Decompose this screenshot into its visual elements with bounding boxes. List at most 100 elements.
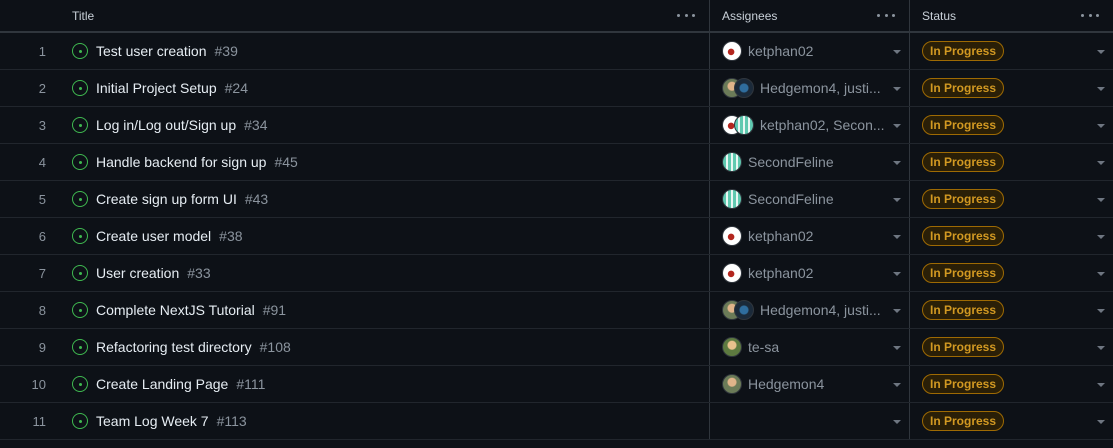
title-column-menu-icon[interactable] xyxy=(677,8,695,22)
assignee-avatar[interactable] xyxy=(722,337,742,357)
table-row[interactable]: 9 Refactoring test directory #108 te-sa … xyxy=(0,329,1113,366)
assignees-cell[interactable]: ketphan02 xyxy=(710,33,910,69)
table-row[interactable]: 5 Create sign up form UI #43 SecondFelin… xyxy=(0,181,1113,218)
title-cell[interactable]: Refactoring test directory #108 xyxy=(60,329,710,365)
assignees-cell[interactable]: Hedgemon4 xyxy=(710,366,910,402)
assignees-dropdown-icon[interactable] xyxy=(893,124,901,128)
status-cell[interactable]: In Progress xyxy=(910,107,1113,143)
assignee-avatar[interactable] xyxy=(722,189,742,209)
issue-title-link[interactable]: Initial Project Setup xyxy=(96,80,217,96)
status-cell[interactable]: In Progress xyxy=(910,292,1113,328)
status-cell[interactable]: In Progress xyxy=(910,366,1113,402)
assignees-cell[interactable]: ketphan02, Secon... xyxy=(710,107,910,143)
assignees-cell[interactable]: ketphan02 xyxy=(710,255,910,291)
status-cell[interactable]: In Progress xyxy=(910,403,1113,439)
assignees-dropdown-icon[interactable] xyxy=(893,50,901,54)
table-row[interactable]: 10 Create Landing Page #111 Hedgemon4 In… xyxy=(0,366,1113,403)
title-cell[interactable]: Create Landing Page #111 xyxy=(60,366,710,402)
title-cell[interactable]: Initial Project Setup #24 xyxy=(60,70,710,106)
status-dropdown-icon[interactable] xyxy=(1097,346,1105,350)
assignees-dropdown-icon[interactable] xyxy=(893,309,901,313)
status-cell[interactable]: In Progress xyxy=(910,218,1113,254)
status-dropdown-icon[interactable] xyxy=(1097,198,1105,202)
title-cell[interactable]: Log in/Log out/Sign up #34 xyxy=(60,107,710,143)
status-cell[interactable]: In Progress xyxy=(910,329,1113,365)
assignees-dropdown-icon[interactable] xyxy=(893,272,901,276)
status-dropdown-icon[interactable] xyxy=(1097,87,1105,91)
assignee-avatar[interactable] xyxy=(722,226,742,246)
table-row[interactable]: 7 User creation #33 ketphan02 In Progres… xyxy=(0,255,1113,292)
issue-title-link[interactable]: Test user creation xyxy=(96,43,207,59)
table-row[interactable]: 6 Create user model #38 ketphan02 In Pro… xyxy=(0,218,1113,255)
issue-title-link[interactable]: Complete NextJS Tutorial xyxy=(96,302,255,318)
assignees-cell[interactable]: SecondFeline xyxy=(710,144,910,180)
table-row[interactable]: 3 Log in/Log out/Sign up #34 ketphan02, … xyxy=(0,107,1113,144)
table-row[interactable]: 11 Team Log Week 7 #113 In Progress xyxy=(0,403,1113,440)
title-cell[interactable]: Create user model #38 xyxy=(60,218,710,254)
title-cell[interactable]: Team Log Week 7 #113 xyxy=(60,403,710,439)
status-dropdown-icon[interactable] xyxy=(1097,161,1105,165)
assignees-cell[interactable]: Hedgemon4, justi... xyxy=(710,292,910,328)
title-cell[interactable]: Complete NextJS Tutorial #91 xyxy=(60,292,710,328)
status-dropdown-icon[interactable] xyxy=(1097,124,1105,128)
issue-title-link[interactable]: User creation xyxy=(96,265,179,281)
open-issue-icon xyxy=(72,80,88,96)
status-column-header[interactable]: Status xyxy=(910,0,1113,31)
issue-title-link[interactable]: Refactoring test directory xyxy=(96,339,252,355)
assignee-avatar[interactable] xyxy=(734,300,754,320)
issue-title-link[interactable]: Team Log Week 7 xyxy=(96,413,209,429)
assignees-dropdown-icon[interactable] xyxy=(893,235,901,239)
assignees-column-menu-icon[interactable] xyxy=(877,8,895,22)
assignees-dropdown-icon[interactable] xyxy=(893,383,901,387)
status-column-menu-icon[interactable] xyxy=(1081,8,1099,22)
issue-title-link[interactable]: Create user model xyxy=(96,228,211,244)
assignees-cell[interactable]: Hedgemon4, justi... xyxy=(710,70,910,106)
assignees-cell[interactable]: SecondFeline xyxy=(710,181,910,217)
assignees-column-header[interactable]: Assignees xyxy=(710,0,910,31)
status-badge: In Progress xyxy=(922,189,1005,209)
status-dropdown-icon[interactable] xyxy=(1097,383,1105,387)
assignees-cell[interactable]: te-sa xyxy=(710,329,910,365)
assignee-avatar[interactable] xyxy=(722,263,742,283)
status-dropdown-icon[interactable] xyxy=(1097,50,1105,54)
issue-title-link[interactable]: Log in/Log out/Sign up xyxy=(96,117,236,133)
open-issue-icon xyxy=(72,43,88,59)
title-cell[interactable]: Test user creation #39 xyxy=(60,33,710,69)
assignee-avatar[interactable] xyxy=(734,115,754,135)
status-cell[interactable]: In Progress xyxy=(910,70,1113,106)
issue-title-link[interactable]: Handle backend for sign up xyxy=(96,154,266,170)
issue-title-link[interactable]: Create Landing Page xyxy=(96,376,228,392)
assignees-cell[interactable]: ketphan02 xyxy=(710,218,910,254)
assignee-avatar[interactable] xyxy=(722,374,742,394)
assignees-text: te-sa xyxy=(748,339,780,355)
title-column-header[interactable]: Title xyxy=(60,0,710,31)
title-cell[interactable]: Handle backend for sign up #45 xyxy=(60,144,710,180)
row-number: 3 xyxy=(38,117,46,133)
status-cell[interactable]: In Progress xyxy=(910,255,1113,291)
table-row[interactable]: 8 Complete NextJS Tutorial #91 Hedgemon4… xyxy=(0,292,1113,329)
assignee-avatar[interactable] xyxy=(734,78,754,98)
status-badge: In Progress xyxy=(922,300,1005,320)
issue-title-link[interactable]: Create sign up form UI xyxy=(96,191,237,207)
status-cell[interactable]: In Progress xyxy=(910,33,1113,69)
assignee-avatar[interactable] xyxy=(722,152,742,172)
assignees-dropdown-icon[interactable] xyxy=(893,346,901,350)
status-badge: In Progress xyxy=(922,374,1005,394)
assignees-dropdown-icon[interactable] xyxy=(893,420,901,424)
assignee-avatar[interactable] xyxy=(722,41,742,61)
title-cell[interactable]: User creation #33 xyxy=(60,255,710,291)
status-cell[interactable]: In Progress xyxy=(910,181,1113,217)
status-dropdown-icon[interactable] xyxy=(1097,235,1105,239)
status-cell[interactable]: In Progress xyxy=(910,144,1113,180)
assignees-dropdown-icon[interactable] xyxy=(893,161,901,165)
table-row[interactable]: 2 Initial Project Setup #24 Hedgemon4, j… xyxy=(0,70,1113,107)
table-row[interactable]: 1 Test user creation #39 ketphan02 In Pr… xyxy=(0,33,1113,70)
table-row[interactable]: 4 Handle backend for sign up #45 SecondF… xyxy=(0,144,1113,181)
status-dropdown-icon[interactable] xyxy=(1097,420,1105,424)
status-dropdown-icon[interactable] xyxy=(1097,309,1105,313)
assignees-cell[interactable] xyxy=(710,403,910,439)
assignees-dropdown-icon[interactable] xyxy=(893,198,901,202)
title-cell[interactable]: Create sign up form UI #43 xyxy=(60,181,710,217)
assignees-dropdown-icon[interactable] xyxy=(893,87,901,91)
status-dropdown-icon[interactable] xyxy=(1097,272,1105,276)
